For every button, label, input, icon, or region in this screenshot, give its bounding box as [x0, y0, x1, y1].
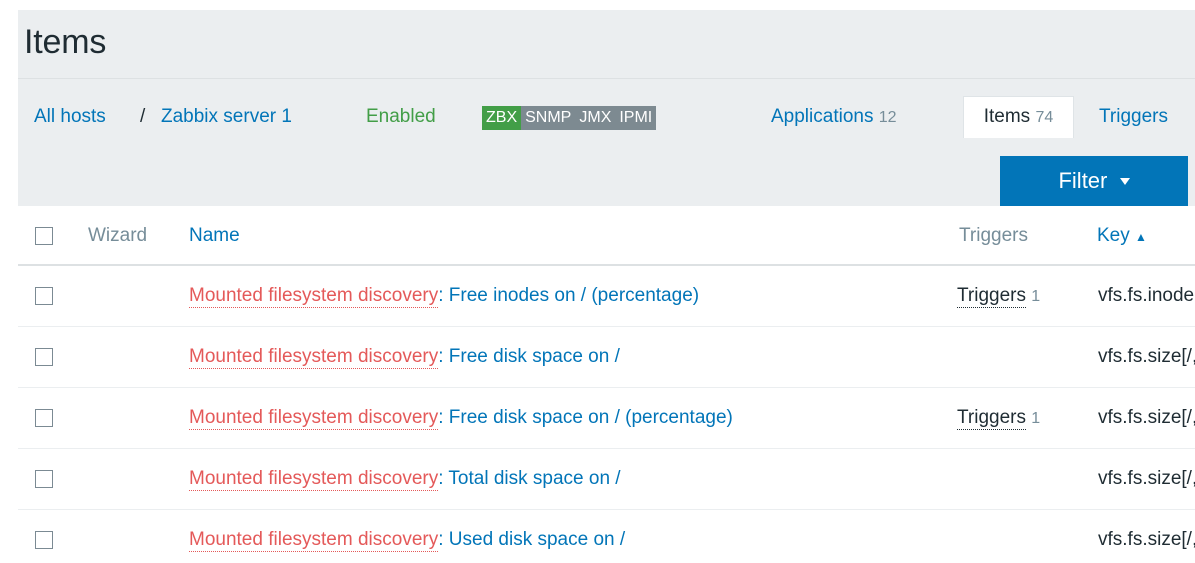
- ipmi-availability-tag: IPMI: [615, 106, 657, 130]
- table-row: Mounted filesystem discovery: Used disk …: [18, 510, 1195, 563]
- triggers-count: 1: [1031, 288, 1041, 305]
- item-name: Mounted filesystem discovery: Free inode…: [189, 266, 699, 326]
- column-wizard: Wizard: [88, 225, 148, 246]
- table-row: Mounted filesystem discovery: Free inode…: [18, 266, 1195, 327]
- row-checkbox[interactable]: [35, 287, 53, 305]
- item-name: Mounted filesystem discovery: Used disk …: [189, 510, 625, 563]
- zbx-availability-tag: ZBX: [482, 106, 522, 130]
- item-name: Mounted filesystem discovery: Total disk…: [189, 449, 621, 509]
- applications-count: 12: [878, 109, 897, 126]
- host-status: Enabled: [366, 106, 436, 127]
- applications-link-group[interactable]: Applications 12: [771, 96, 897, 139]
- filter-button[interactable]: Filter: [1000, 156, 1188, 206]
- table-row: Mounted filesystem discovery: Free disk …: [18, 327, 1195, 388]
- discovery-rule-link[interactable]: Mounted filesystem discovery: [189, 407, 439, 430]
- item-name-link[interactable]: : Free disk space on / (percentage): [438, 407, 733, 428]
- breadcrumb-separator: /: [140, 106, 146, 127]
- item-name: Mounted filesystem discovery: Free disk …: [189, 388, 733, 448]
- column-triggers: Triggers: [959, 225, 1028, 246]
- main-content: Items All hosts / Zabbix server 1 Enable…: [18, 10, 1195, 563]
- row-checkbox[interactable]: [35, 470, 53, 488]
- all-hosts-link[interactable]: All hosts: [34, 96, 106, 138]
- title-divider: [18, 78, 1195, 79]
- item-name-link[interactable]: : Total disk space on /: [438, 468, 620, 489]
- discovery-rule-link[interactable]: Mounted filesystem discovery: [189, 285, 439, 308]
- row-checkbox[interactable]: [35, 348, 53, 366]
- item-key: vfs.fs.inode[/,pfree]: [1098, 285, 1195, 306]
- host-navigation: All hosts / Zabbix server 1 Enabled ZBX …: [18, 96, 1195, 138]
- page: Items All hosts / Zabbix server 1 Enable…: [0, 0, 1195, 563]
- item-key: vfs.fs.size[/,free]: [1098, 346, 1195, 367]
- filter-label: Filter: [1058, 168, 1108, 193]
- item-key: vfs.fs.size[/,used]: [1098, 529, 1195, 550]
- triggers-hint[interactable]: Triggers: [957, 285, 1026, 308]
- items-tab-label: Items: [983, 106, 1031, 127]
- item-key: vfs.fs.size[/,total]: [1098, 468, 1195, 489]
- item-triggers: Triggers 1: [957, 266, 1040, 327]
- items-count: 74: [1035, 109, 1054, 126]
- select-all-checkbox[interactable]: [35, 227, 53, 245]
- column-key[interactable]: Key ▲: [1097, 206, 1147, 267]
- sort-ascending-icon: ▲: [1135, 230, 1147, 244]
- column-key-label: Key: [1097, 225, 1130, 246]
- item-name-link[interactable]: : Free disk space on /: [438, 346, 620, 367]
- snmp-availability-tag: SNMP: [521, 106, 576, 130]
- discovery-rule-link[interactable]: Mounted filesystem discovery: [189, 468, 439, 491]
- page-title: Items: [24, 23, 107, 61]
- table-row: Mounted filesystem discovery: Free disk …: [18, 388, 1195, 449]
- availability-indicators: ZBX SNMP JMX IPMI: [482, 106, 657, 130]
- jmx-availability-tag: JMX: [575, 106, 616, 130]
- item-name: Mounted filesystem discovery: Free disk …: [189, 327, 620, 387]
- item-key: vfs.fs.size[/,pfree]: [1098, 407, 1195, 428]
- item-triggers: Triggers 1: [957, 388, 1040, 449]
- discovery-rule-link[interactable]: Mounted filesystem discovery: [189, 346, 439, 369]
- row-checkbox[interactable]: [35, 409, 53, 427]
- triggers-link[interactable]: Triggers: [1099, 96, 1168, 138]
- item-name-link[interactable]: : Used disk space on /: [438, 529, 625, 550]
- column-name[interactable]: Name: [189, 206, 240, 266]
- discovery-rule-link[interactable]: Mounted filesystem discovery: [189, 529, 439, 552]
- applications-link[interactable]: Applications: [771, 106, 873, 127]
- items-table: Wizard Name Triggers Key ▲ Mounted files…: [18, 206, 1195, 563]
- table-row: Mounted filesystem discovery: Total disk…: [18, 449, 1195, 510]
- item-name-link[interactable]: : Free inodes on / (percentage): [438, 285, 699, 306]
- triggers-hint[interactable]: Triggers: [957, 407, 1026, 430]
- items-tab[interactable]: Items 74: [963, 96, 1074, 138]
- row-checkbox[interactable]: [35, 531, 53, 549]
- host-link[interactable]: Zabbix server 1: [161, 96, 292, 138]
- triggers-count: 1: [1031, 410, 1041, 427]
- table-header: Wizard Name Triggers Key ▲: [18, 206, 1195, 266]
- caret-down-icon: [1119, 178, 1130, 185]
